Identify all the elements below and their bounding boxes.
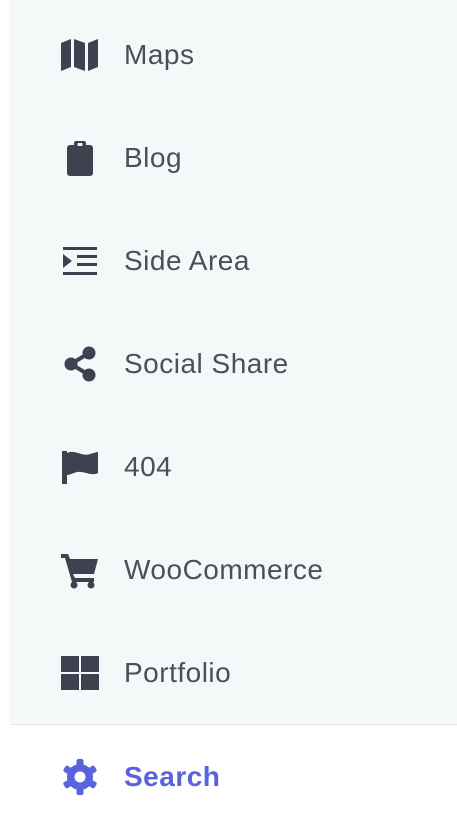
- menu-item-label: Maps: [124, 38, 195, 70]
- menu-item-label: Search: [124, 760, 221, 792]
- share-icon: [60, 344, 100, 384]
- menu-item-portfolio[interactable]: Portfolio: [10, 621, 457, 724]
- menu-item-label: Social Share: [124, 347, 289, 379]
- map-icon: [60, 35, 100, 75]
- grid-icon: [60, 653, 100, 693]
- menu-item-blog[interactable]: Blog: [10, 106, 457, 209]
- menu-item-search[interactable]: Search: [10, 725, 457, 828]
- gear-icon: [60, 757, 100, 797]
- sidebar-menu: Maps Blog Side Area Social Share 404 Woo…: [10, 0, 457, 822]
- menu-item-social-share[interactable]: Social Share: [10, 312, 457, 415]
- menu-item-side-area[interactable]: Side Area: [10, 209, 457, 312]
- clipboard-icon: [60, 138, 100, 178]
- menu-item-label: Blog: [124, 141, 183, 173]
- menu-item-label: WooCommerce: [124, 553, 324, 585]
- menu-list: Maps Blog Side Area Social Share 404 Woo…: [10, 0, 457, 724]
- menu-item-maps[interactable]: Maps: [10, 3, 457, 106]
- flag-icon: [60, 447, 100, 487]
- indent-icon: [60, 241, 100, 281]
- menu-item-label: Portfolio: [124, 656, 232, 688]
- cart-icon: [60, 550, 100, 590]
- menu-item-404[interactable]: 404: [10, 415, 457, 518]
- menu-item-woocommerce[interactable]: WooCommerce: [10, 518, 457, 621]
- menu-item-label: 404: [124, 450, 173, 482]
- menu-item-label: Side Area: [124, 244, 250, 276]
